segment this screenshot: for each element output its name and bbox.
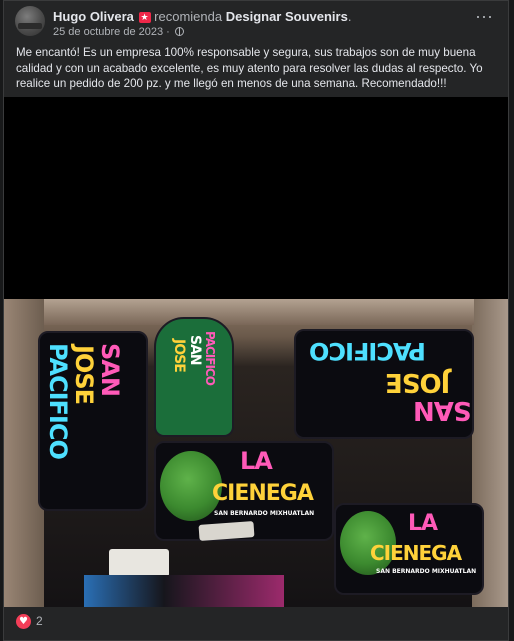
box-top-edge — [44, 299, 474, 325]
page-name-link[interactable]: Designar Souvenirs — [226, 9, 348, 24]
san-jose-sticker-right: SAN JOSE PACIFICO — [294, 329, 474, 439]
love-reaction-icon — [16, 614, 31, 629]
la-cienega-sticker-2: LA CIENEGA SAN BERNARDO MIXHUATLAN — [334, 503, 484, 595]
post-meta: 25 de octubre de 2023 · — [53, 26, 184, 38]
sticker-edge-bottom — [84, 575, 284, 607]
sticker-label: PACIFICO — [44, 343, 72, 459]
sticker-label: PACIFICO — [310, 337, 426, 365]
post-body-text: Me encantó! Es un empresa 100% responsab… — [16, 46, 483, 90]
reaction-count: 2 — [36, 614, 43, 628]
post-card: Hugo Olivera ★ recomienda Designar Souve… — [3, 0, 509, 641]
sticker-label: SAN — [96, 343, 124, 396]
more-options-button[interactable]: ··· — [472, 7, 496, 28]
page-suffix: . — [347, 9, 352, 24]
post-title-line: Hugo Olivera ★ recomienda Designar Souve… — [53, 9, 351, 24]
author-avatar[interactable] — [15, 6, 45, 36]
sticker-label: JOSE — [171, 339, 187, 372]
post-photo[interactable]: SAN JOSE PACIFICO SAN JOSE PACIFICO SAN … — [4, 97, 508, 607]
sticker-label: SAN — [187, 335, 203, 365]
san-jose-sticker-center: SAN JOSE PACIFICO — [154, 317, 234, 437]
sticker-label: SAN BERNARDO MIXHUATLAN — [214, 510, 315, 517]
author-name[interactable]: Hugo Olivera — [53, 9, 134, 24]
post-header: Hugo Olivera ★ recomienda Designar Souve… — [15, 6, 498, 40]
sticker-label: CIENEGA — [370, 541, 462, 565]
sticker-label: SAN — [414, 395, 472, 425]
sticker-label: LA — [240, 447, 273, 475]
photo-content: SAN JOSE PACIFICO SAN JOSE PACIFICO SAN … — [4, 299, 508, 607]
sticker-label: PACIFICO — [203, 331, 217, 385]
star-badge-icon: ★ — [138, 12, 151, 23]
sticker-label: JOSE — [70, 345, 98, 405]
san-jose-sticker-left: SAN JOSE PACIFICO — [38, 331, 148, 511]
sticker-label: LA — [408, 511, 438, 536]
white-sticker-piece — [109, 549, 169, 577]
sticker-label: SAN BERNARDO MIXHUATLAN — [376, 568, 477, 575]
action-text: recomienda — [154, 9, 223, 24]
post-date[interactable]: 25 de octubre de 2023 — [53, 26, 163, 38]
meta-separator: · — [166, 26, 170, 38]
sticker-label: CIENEGA — [212, 481, 314, 506]
globe-icon — [174, 27, 184, 36]
sticker-label: JOSE — [386, 367, 451, 397]
